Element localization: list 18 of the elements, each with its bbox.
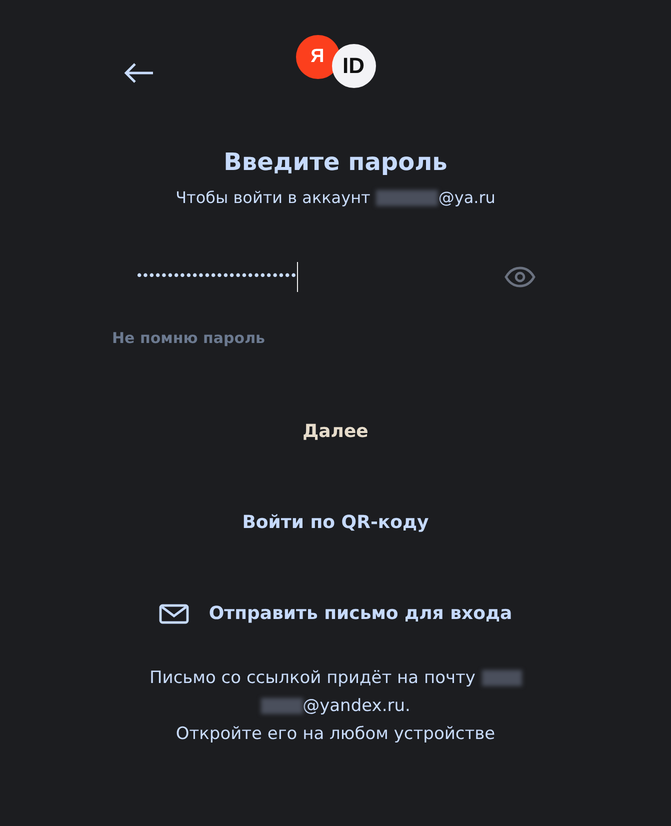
eye-icon[interactable]	[504, 266, 536, 288]
envelope-icon	[158, 604, 189, 624]
redaction-blur	[482, 670, 522, 686]
redaction-blur	[376, 190, 438, 206]
info-text: Письмо со ссылкой придёт на почту	[149, 667, 476, 690]
info-text: Откройте его на любом устройстве	[176, 723, 496, 746]
logo-text: ID	[332, 44, 376, 88]
password-field[interactable]: ••••••••••••••••••••••••••	[136, 259, 536, 295]
redaction-blur	[260, 698, 303, 714]
next-button[interactable]: Далее	[294, 417, 376, 446]
subtitle-text: Чтобы войти в аккаунт	[176, 188, 370, 207]
forgot-password-link[interactable]: Не помню пароль	[112, 329, 266, 347]
qr-login-button[interactable]: Войти по QR-коду	[234, 508, 437, 537]
page-title: Введите пароль	[224, 148, 448, 176]
info-email: @yandex.ru.	[302, 695, 410, 718]
email-login-button[interactable]: Отправить письмо для входа	[150, 599, 520, 628]
logo-letter: Я	[296, 35, 340, 79]
account-email: @ya.ru	[438, 188, 496, 207]
